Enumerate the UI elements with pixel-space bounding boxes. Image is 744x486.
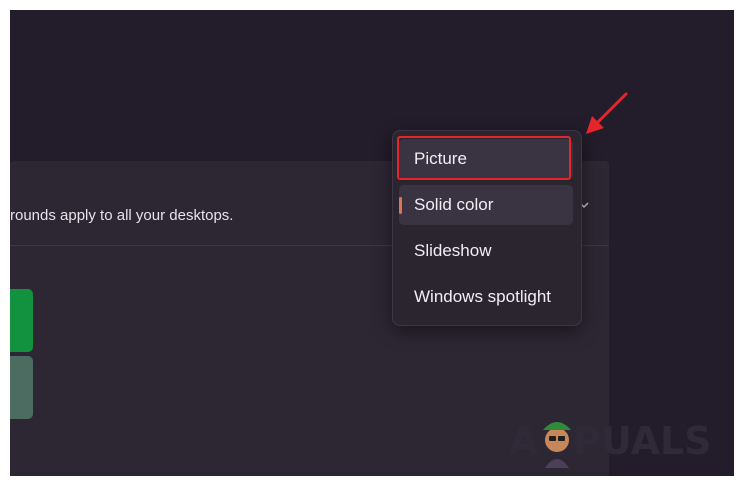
svg-text:A: A	[509, 419, 539, 463]
background-description: rounds apply to all your desktops.	[10, 207, 234, 224]
selected-indicator	[399, 197, 402, 214]
color-swatch-slate[interactable]	[10, 356, 33, 419]
color-swatch-green[interactable]	[10, 289, 33, 352]
settings-window: rounds apply to all your desktops. Pictu…	[10, 10, 734, 476]
menu-item-label: Slideshow	[414, 241, 492, 260]
menu-item-slideshow[interactable]: Slideshow	[399, 231, 573, 271]
menu-item-windows-spotlight[interactable]: Windows spotlight	[399, 277, 573, 317]
annotation-highlight-box	[397, 136, 571, 180]
mascot-icon	[543, 422, 571, 468]
appuals-watermark-logo: A PUALS	[509, 419, 712, 468]
menu-item-label: Windows spotlight	[414, 287, 552, 306]
menu-item-label: Solid color	[414, 195, 494, 214]
menu-item-solid-color[interactable]: Solid color	[399, 185, 573, 225]
svg-text:PUALS: PUALS	[573, 419, 712, 463]
annotation-arrow-icon	[586, 92, 628, 134]
